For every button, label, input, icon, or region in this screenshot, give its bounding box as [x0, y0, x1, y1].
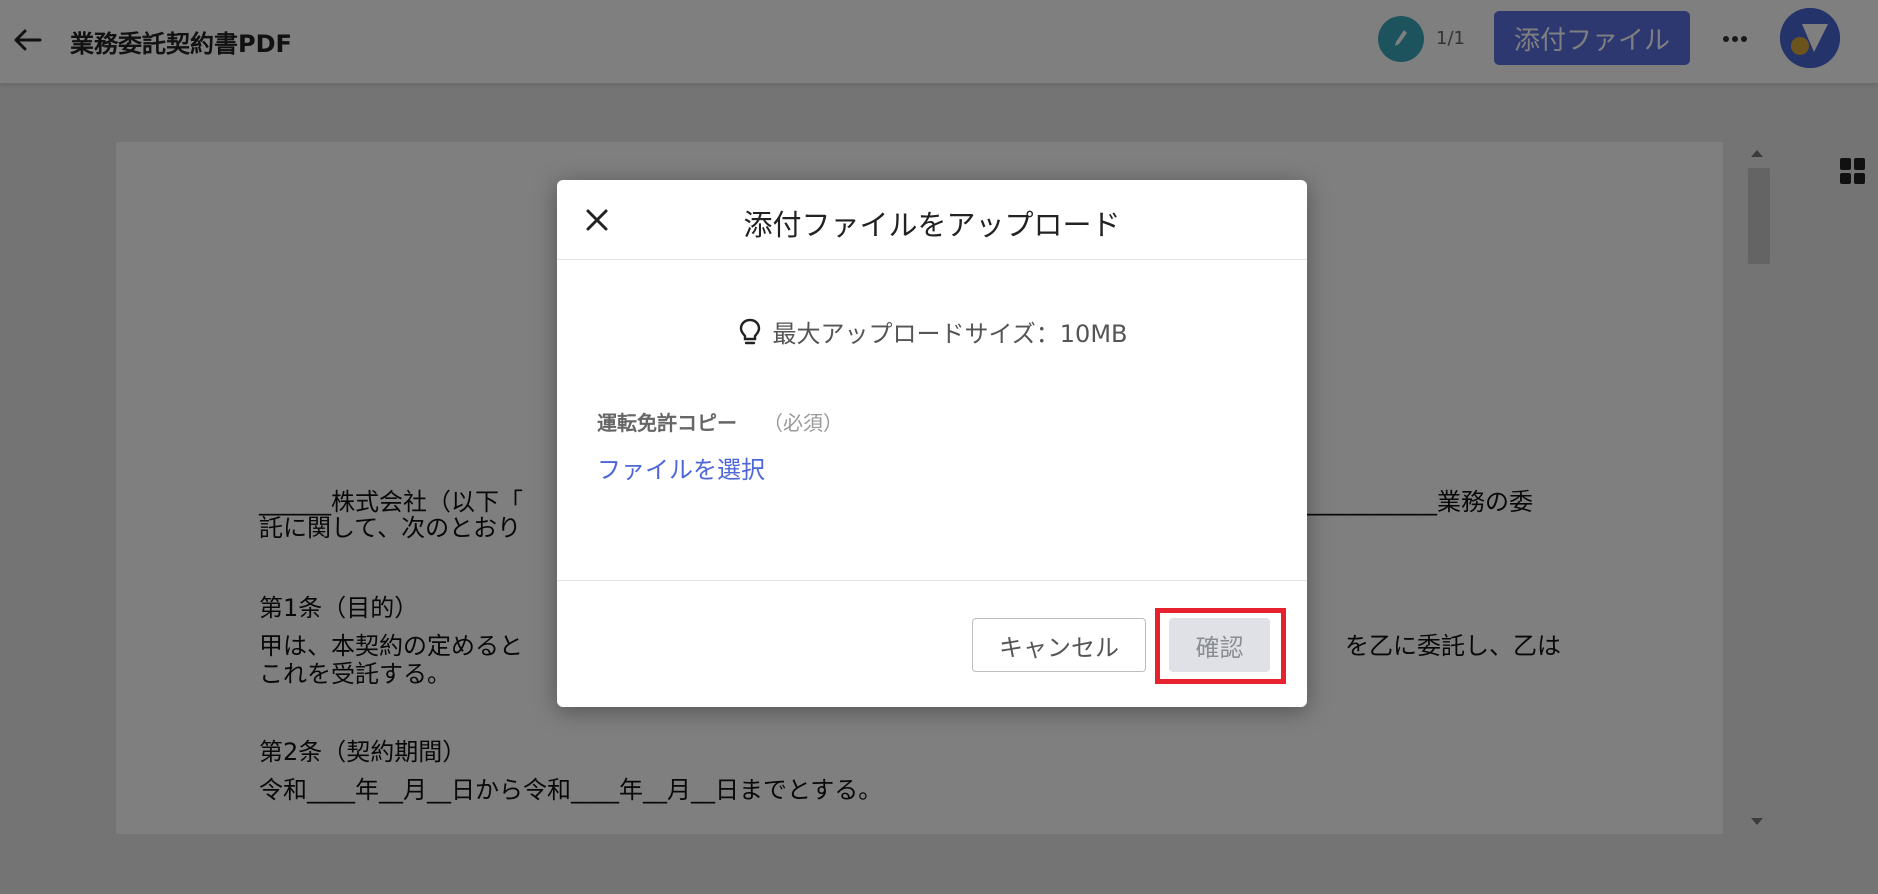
confirm-button[interactable]: 確認 [1169, 618, 1270, 672]
required-marker: （必須） [763, 411, 843, 435]
dialog-footer: キャンセル 確認 [557, 580, 1307, 707]
lightbulb-icon [739, 318, 760, 344]
max-upload-size-text: 最大アップロードサイズ：10MB [772, 320, 1128, 348]
upload-size-info: 最大アップロードサイズ：10MB [557, 314, 1307, 349]
field-label: 運転免許コピー [597, 411, 737, 435]
upload-attachment-dialog: 添付ファイルをアップロード 最大アップロードサイズ：10MB 運転免許コピー （… [557, 180, 1307, 707]
cancel-button[interactable]: キャンセル [972, 618, 1146, 672]
dialog-header: 添付ファイルをアップロード [557, 180, 1307, 260]
dialog-title: 添付ファイルをアップロード [743, 208, 1121, 242]
select-file-link[interactable]: ファイルを選択 [597, 450, 765, 485]
